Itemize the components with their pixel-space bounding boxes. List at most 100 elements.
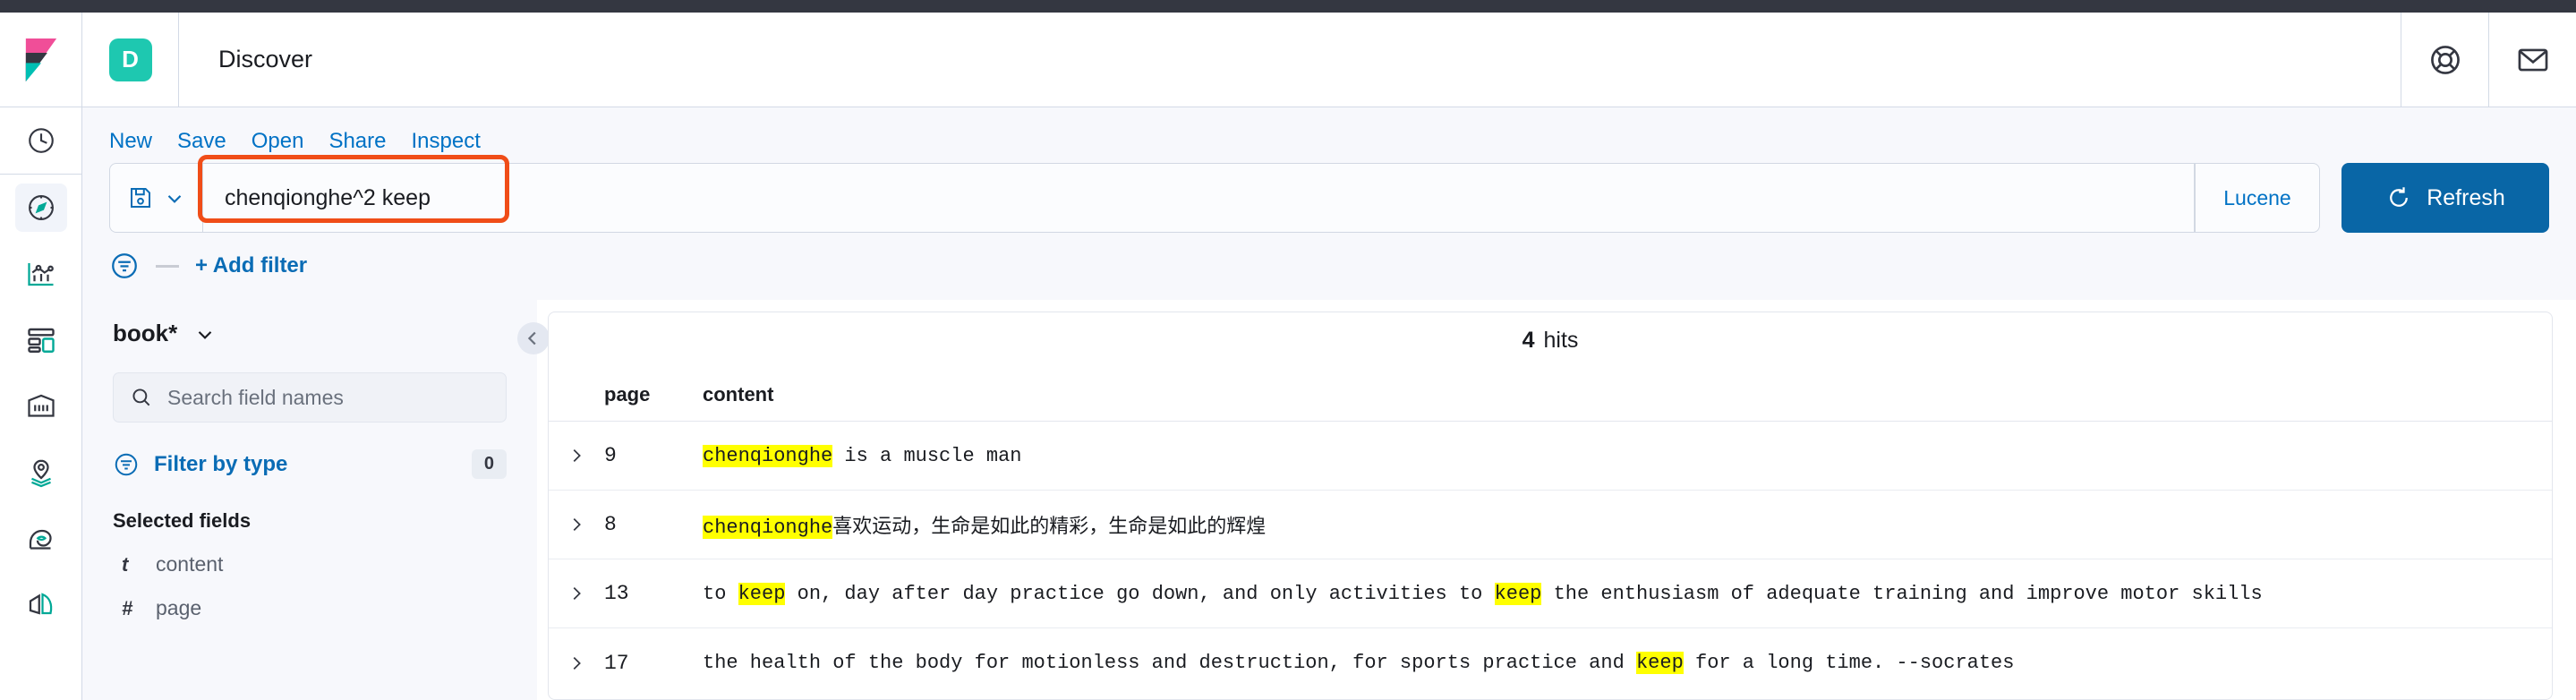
refresh-button[interactable]: Refresh [2341, 163, 2549, 233]
topnav-open[interactable]: Open [252, 129, 304, 154]
field-name-label: page [156, 596, 202, 619]
discover-topnav: New Save Open Share Inspect [82, 107, 2576, 154]
primary-nav-rail [0, 107, 82, 700]
content-text: the health of the body for motionless an… [703, 652, 1636, 674]
content-text: on, day after day practice go down, and … [785, 582, 1495, 605]
expand-row-button[interactable] [549, 515, 604, 534]
canvas-icon [28, 394, 55, 417]
chevron-left-icon [527, 331, 536, 346]
table-row: 8 chenqionghe喜欢运动，生命是如此的精彩，生命是如此的辉煌 [549, 491, 2552, 559]
hits-count-value: 4 [1522, 327, 1535, 353]
rail-item-recently-viewed[interactable] [0, 107, 82, 174]
index-pattern-selector[interactable]: book* [113, 320, 507, 347]
refresh-button-label: Refresh [2427, 184, 2505, 210]
cell-page: 8 [604, 513, 617, 536]
refresh-icon [2390, 187, 2409, 207]
field-type-number-icon: # [122, 596, 133, 619]
search-highlight: chenqionghe [703, 516, 833, 539]
dashboard-icon [28, 328, 55, 353]
field-item-page[interactable]: # page [113, 596, 507, 620]
graph-icon [29, 593, 53, 615]
query-bar-zone: New Save Open Share Inspect chenqionghe^… [82, 107, 2576, 300]
search-highlight: keep [1635, 652, 1684, 674]
field-item-content[interactable]: t content [113, 552, 507, 576]
selected-fields-title: Selected fields [113, 509, 252, 532]
field-search-box[interactable] [113, 372, 507, 423]
cell-content: the health of the body for motionless an… [703, 652, 2552, 674]
table-row: 9 chenqionghe is a muscle man [549, 422, 2552, 491]
kibana-logo-cell[interactable] [0, 12, 82, 107]
cell-content: chenqionghe喜欢运动，生命是如此的精彩，生命是如此的辉煌 [703, 510, 2552, 539]
header-actions [2401, 12, 2576, 107]
mail-button[interactable] [2488, 12, 2576, 107]
help-button[interactable] [2401, 12, 2488, 107]
rail-item-maps[interactable] [0, 440, 82, 506]
content-text: for a long time. --socrates [1683, 652, 2015, 674]
content-text: 喜欢运动，生命是如此的精彩，生命是如此的辉煌 [832, 516, 1267, 539]
clock-icon [29, 128, 54, 153]
results-panel: 4 hits page content 9 chenqionghe is a mu… [548, 312, 2553, 700]
rail-item-visualize[interactable] [0, 241, 82, 307]
chevron-right-icon [573, 656, 581, 670]
cell-page: 17 [604, 651, 629, 675]
hits-counter: 4 hits [549, 312, 2552, 368]
app-badge: D [108, 38, 152, 81]
filter-icon[interactable] [113, 451, 140, 478]
filter-by-type-button[interactable]: Filter by type [154, 452, 287, 477]
field-sidebar: book* Filter by type 0 Selected fields [82, 300, 537, 700]
search-highlight: chenqionghe [703, 444, 833, 467]
expand-row-button[interactable] [549, 653, 604, 673]
chevron-right-icon [573, 448, 581, 463]
page-title: Discover [218, 46, 313, 73]
cell-content: chenqionghe is a muscle man [703, 444, 2552, 467]
search-row: chenqionghe^2 keep Lucene Refresh [109, 155, 2549, 233]
topnav-new[interactable]: New [109, 129, 152, 154]
chevron-right-icon [573, 517, 581, 532]
table-row: 17 the health of the body for motionless … [549, 628, 2552, 697]
results-table-header: page content [549, 368, 2552, 422]
rail-item-canvas[interactable] [0, 373, 82, 440]
rail-item-machine-learning[interactable] [0, 506, 82, 572]
rail-item-dashboard[interactable] [0, 307, 82, 373]
topnav-save[interactable]: Save [177, 129, 226, 154]
results-rows: 9 chenqionghe is a muscle man 8 chenqionghe… [549, 422, 2552, 697]
query-input-wrapper[interactable]: chenqionghe^2 keep [198, 155, 2195, 233]
expand-row-button[interactable] [549, 584, 604, 603]
topnav-inspect[interactable]: Inspect [411, 129, 480, 154]
filter-icon[interactable] [109, 251, 140, 281]
query-input-value: chenqionghe^2 keep [225, 184, 431, 210]
rail-item-graph[interactable] [0, 572, 82, 638]
kibana-logo-icon [25, 38, 56, 81]
help-icon [2430, 45, 2460, 74]
search-field-names-input[interactable] [166, 384, 354, 411]
add-filter-button[interactable]: + Add filter [195, 253, 307, 278]
search-highlight: keep [738, 582, 786, 605]
app-badge-cell[interactable]: D [82, 12, 179, 107]
ml-icon [29, 529, 52, 550]
filter-by-type-count: 0 [471, 449, 507, 479]
field-name-label: content [156, 552, 224, 576]
search-icon [132, 388, 150, 406]
saved-query-menu-button[interactable] [109, 163, 202, 233]
index-pattern-name: book* [113, 320, 178, 346]
content-text: to [703, 582, 738, 605]
content-text: the enthusiasm of adequate training and … [1541, 582, 2263, 605]
column-header-page[interactable]: page [604, 383, 703, 406]
expand-row-button[interactable] [549, 446, 604, 465]
sidebar-collapse-button[interactable] [517, 322, 550, 354]
search-highlight: keep [1494, 582, 1542, 605]
query-language-switcher[interactable]: Lucene [2195, 163, 2320, 233]
map-pin-layers-icon [31, 459, 51, 488]
line-chart-icon [28, 263, 54, 286]
cell-page: 13 [604, 582, 629, 605]
chevron-down-icon [167, 195, 181, 203]
column-header-content[interactable]: content [703, 383, 2552, 406]
filter-separator [156, 264, 179, 268]
compass-icon [29, 195, 54, 220]
topnav-share[interactable]: Share [328, 129, 386, 154]
hits-label: hits [1543, 327, 1579, 353]
app-header: D Discover [0, 12, 2576, 107]
table-row: 13 to keep on, day after day practice go … [549, 559, 2552, 628]
cell-page: 9 [604, 444, 617, 467]
rail-item-discover[interactable] [0, 175, 82, 241]
